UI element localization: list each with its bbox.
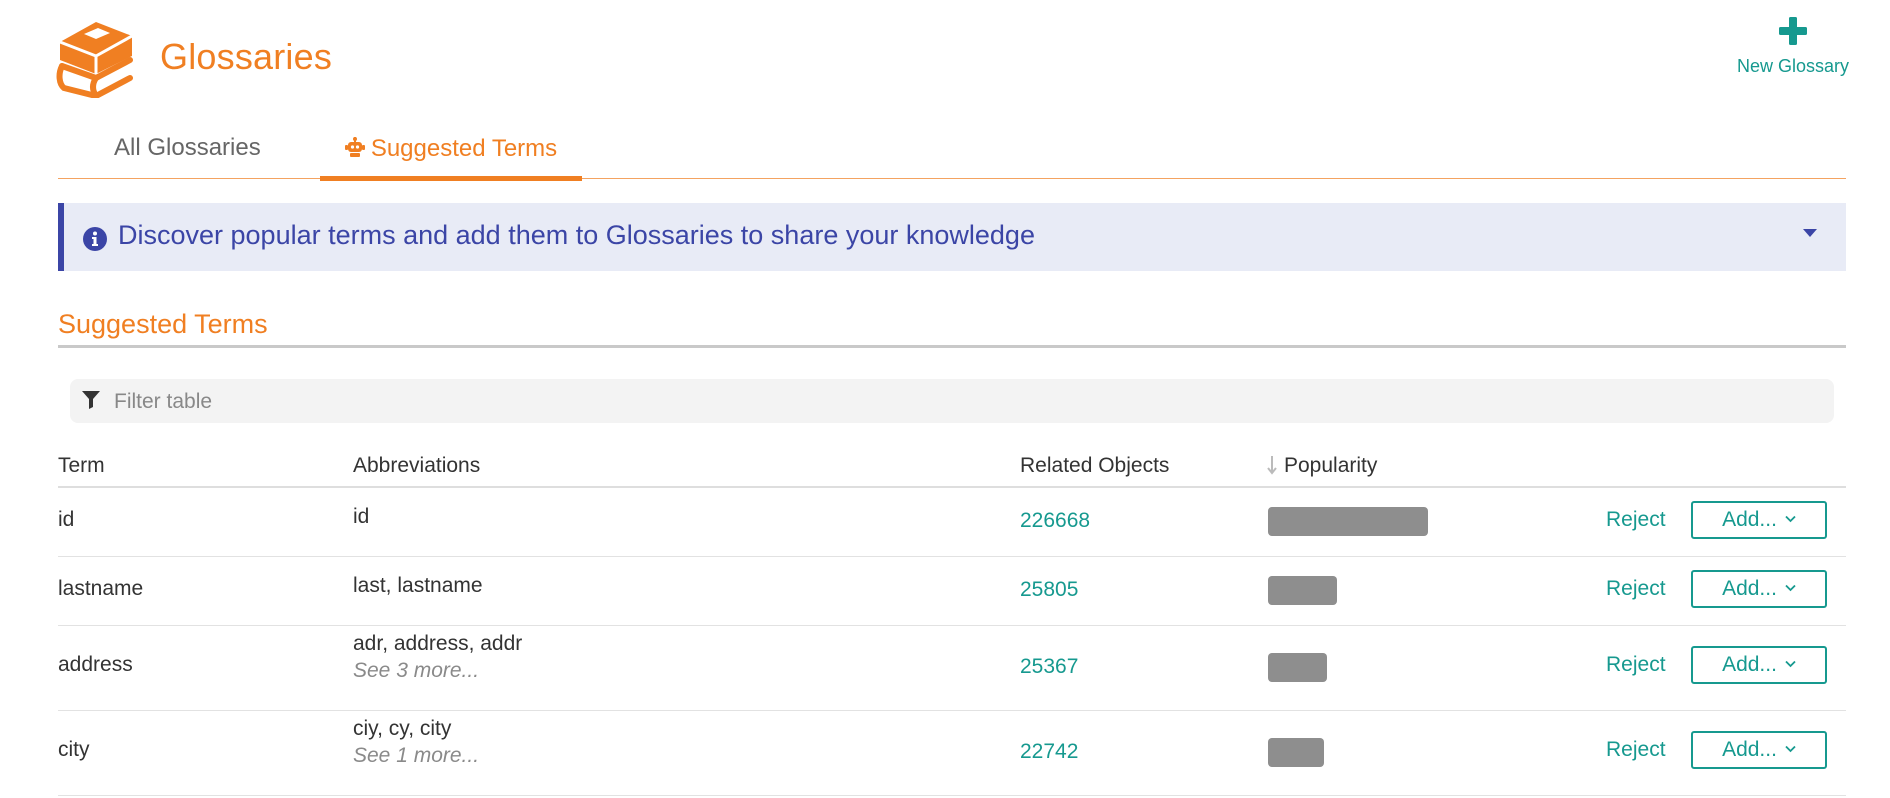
add-dropdown-button[interactable]: Add... xyxy=(1691,646,1827,684)
books-stack-icon xyxy=(56,22,133,98)
related-objects-link[interactable]: 25805 xyxy=(1020,578,1078,602)
popularity-bar xyxy=(1268,576,1337,605)
see-more-link[interactable]: See 1 more... xyxy=(353,744,479,768)
related-objects-link[interactable]: 25367 xyxy=(1020,655,1078,679)
table-header: Term Abbreviations Related Objects Popul… xyxy=(58,450,1846,488)
abbreviations-cell: last, lastname xyxy=(353,574,483,598)
chevron-down-icon xyxy=(1785,515,1796,523)
tab-all-glossaries[interactable]: All Glossaries xyxy=(114,126,261,178)
add-label: Add... xyxy=(1722,577,1777,600)
glossaries-page: Glossaries New Glossary All Glossaries S… xyxy=(0,0,1890,798)
abbreviations-text: ciy, cy, city xyxy=(353,717,452,740)
table-row: id id 226668 Reject Add... xyxy=(58,488,1846,557)
reject-button[interactable]: Reject xyxy=(1606,653,1666,677)
filter-input[interactable] xyxy=(112,385,1816,419)
add-label: Add... xyxy=(1722,653,1777,676)
chevron-down-icon xyxy=(1785,584,1796,592)
abbreviations-text: id xyxy=(353,505,370,528)
column-header-abbreviations[interactable]: Abbreviations xyxy=(353,454,480,478)
popularity-cell xyxy=(1268,738,1324,767)
chevron-down-icon xyxy=(1785,745,1796,753)
filter-icon xyxy=(82,391,100,409)
robot-icon xyxy=(344,137,365,157)
add-label: Add... xyxy=(1722,738,1777,761)
abbreviations-cell: adr, address, addr See 3 more... xyxy=(353,632,522,683)
caret-down-icon[interactable] xyxy=(1802,227,1818,239)
popularity-bar xyxy=(1268,653,1327,682)
term-cell: lastname xyxy=(58,577,144,600)
popularity-bar xyxy=(1268,738,1324,767)
table-row: address adr, address, addr See 3 more...… xyxy=(58,626,1846,711)
see-more-link[interactable]: See 3 more... xyxy=(353,659,522,683)
popularity-label: Popularity xyxy=(1284,454,1378,477)
popularity-cell xyxy=(1268,507,1428,536)
abbreviations-cell: id xyxy=(353,505,369,529)
reject-button[interactable]: Reject xyxy=(1606,577,1666,601)
related-objects-link[interactable]: 226668 xyxy=(1020,509,1090,533)
section-divider xyxy=(58,345,1846,348)
page-title: Glossaries xyxy=(160,36,333,77)
info-banner: Discover popular terms and add them to G… xyxy=(58,203,1846,271)
banner-text: Discover popular terms and add them to G… xyxy=(118,220,1035,250)
section-title: Suggested Terms xyxy=(58,309,268,339)
new-glossary-button[interactable]: New Glossary xyxy=(1718,16,1868,77)
abbreviations-text: adr, address, addr xyxy=(353,632,523,655)
column-header-popularity[interactable]: Popularity xyxy=(1266,454,1377,478)
column-header-term[interactable]: Term xyxy=(58,454,105,478)
term-cell: id xyxy=(58,508,75,531)
reject-button[interactable]: Reject xyxy=(1606,508,1666,532)
popularity-cell xyxy=(1268,576,1337,605)
related-objects-link[interactable]: 22742 xyxy=(1020,740,1078,764)
reject-button[interactable]: Reject xyxy=(1606,738,1666,762)
tab-label: All Glossaries xyxy=(114,134,261,161)
term-cell: address xyxy=(58,653,133,676)
tab-suggested-terms[interactable]: Suggested Terms xyxy=(320,126,582,181)
term-cell: city xyxy=(58,738,90,761)
abbreviations-cell: ciy, cy, city See 1 more... xyxy=(353,717,479,768)
table-row: lastname last, lastname 25805 Reject Add… xyxy=(58,557,1846,626)
add-label: Add... xyxy=(1722,508,1777,531)
add-dropdown-button[interactable]: Add... xyxy=(1691,731,1827,769)
plus-icon xyxy=(1779,17,1807,45)
filter-bar xyxy=(70,379,1834,423)
add-dropdown-button[interactable]: Add... xyxy=(1691,570,1827,608)
popularity-cell xyxy=(1268,653,1327,682)
abbreviations-text: last, lastname xyxy=(353,574,483,597)
info-icon xyxy=(83,227,107,251)
popularity-bar xyxy=(1268,507,1428,536)
add-dropdown-button[interactable]: Add... xyxy=(1691,501,1827,539)
table-row: city ciy, cy, city See 1 more... 22742 R… xyxy=(58,711,1846,796)
tab-bar: All Glossaries Suggested Terms xyxy=(58,126,1846,181)
tab-label: Suggested Terms xyxy=(370,135,558,162)
column-header-related-objects[interactable]: Related Objects xyxy=(1020,454,1169,478)
chevron-down-icon xyxy=(1785,660,1796,668)
new-glossary-label: New Glossary xyxy=(1736,56,1850,76)
sort-down-arrow-icon xyxy=(1267,456,1277,475)
